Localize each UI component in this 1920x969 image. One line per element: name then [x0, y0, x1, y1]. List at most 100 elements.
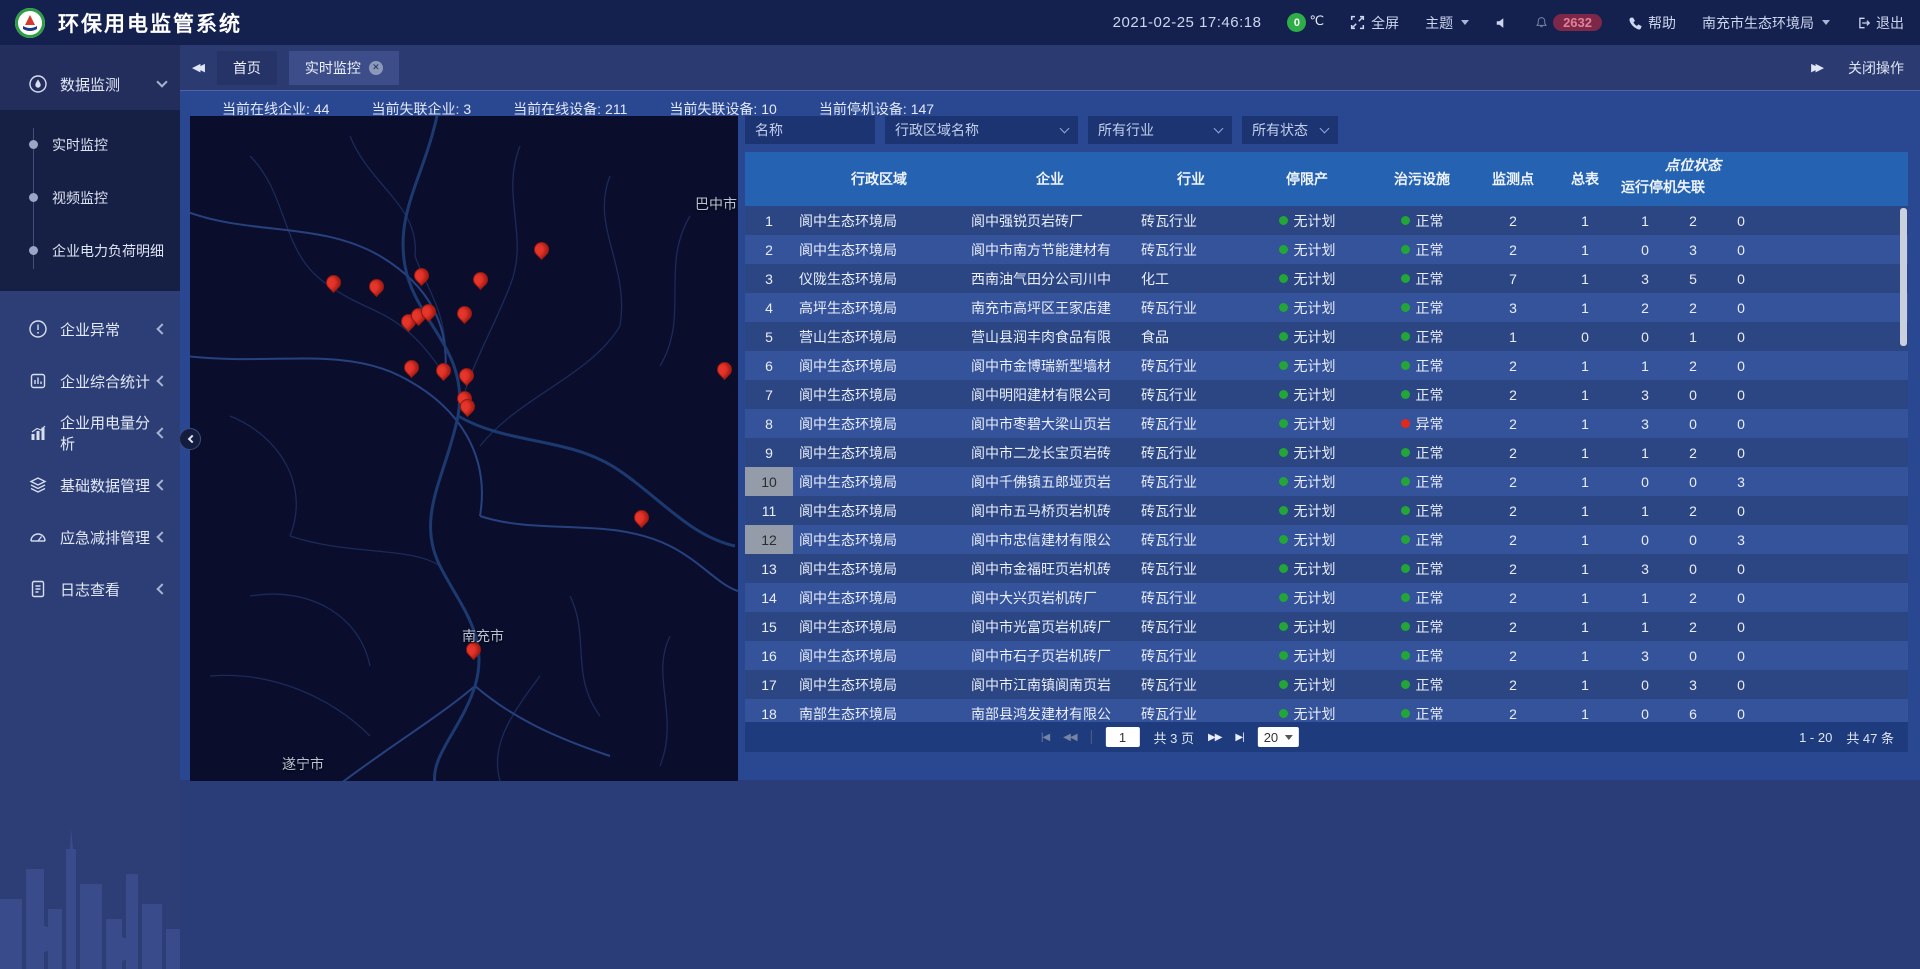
stat-online-devices: 当前在线设备:211: [513, 99, 627, 116]
table-row[interactable]: 1阆中生态环境局阆中强锐页岩砖厂砖瓦行业无计划正常21120: [745, 206, 1908, 235]
cell-meters: 1: [1549, 677, 1621, 693]
cell-points: 2: [1477, 561, 1549, 577]
table-row[interactable]: 3仪陇生态环境局西南油气田分公司川中化工无计划正常71350: [745, 264, 1908, 293]
tab-realtime-monitor[interactable]: 实时监控 ✕: [289, 51, 399, 85]
cell-company: 阆中市二龙长宝页岩砖: [965, 443, 1135, 463]
sidebar-item-base-data[interactable]: 基础数据管理: [0, 459, 180, 511]
status-dot-icon: [1279, 448, 1288, 457]
status-dot-icon: [1279, 564, 1288, 573]
next-page-button[interactable]: ▶▶: [1208, 732, 1221, 743]
sidebar-item-enterprise-stats[interactable]: 企业综合统计: [0, 355, 180, 407]
cell-running: 0: [1621, 329, 1669, 345]
map-collapse-button[interactable]: [179, 428, 201, 450]
close-operations-button[interactable]: 关闭操作: [1848, 58, 1904, 78]
cell-company: 南部县鸿发建材有限公: [965, 704, 1135, 723]
table-row[interactable]: 9阆中生态环境局阆中市二龙长宝页岩砖砖瓦行业无计划正常21120: [745, 438, 1908, 467]
table-row[interactable]: 18南部生态环境局南部县鸿发建材有限公砖瓦行业无计划正常21060: [745, 699, 1908, 722]
sidebar-item-video-monitor[interactable]: 视频监控: [0, 171, 180, 224]
row-index: 3: [745, 271, 793, 287]
tab-close-icon[interactable]: ✕: [369, 61, 383, 75]
table-row[interactable]: 6阆中生态环境局阆中市金博瑞新型墙材砖瓦行业无计划正常21120: [745, 351, 1908, 380]
fullscreen-button[interactable]: 全屏: [1350, 13, 1399, 33]
cell-industry: 化工: [1135, 269, 1247, 289]
sidebar-item-enterprise-abnormal[interactable]: 企业异常: [0, 303, 180, 355]
cell-region: 阆中生态环境局: [793, 501, 965, 521]
cell-running: 3: [1621, 387, 1669, 403]
table-row[interactable]: 10阆中生态环境局阆中千佛镇五郎垭页岩砖瓦行业无计划正常21003: [745, 467, 1908, 496]
page-number-input[interactable]: [1106, 727, 1140, 747]
table-row[interactable]: 12阆中生态环境局阆中市忠信建材有限公砖瓦行业无计划正常21003: [745, 525, 1908, 554]
cell-points: 2: [1477, 358, 1549, 374]
cell-limit: 无计划: [1247, 646, 1367, 666]
range-label: 1 - 20: [1799, 730, 1832, 745]
status-dot-icon: [1279, 622, 1288, 631]
cell-company: 营山县润丰肉食品有限: [965, 327, 1135, 347]
cell-points: 2: [1477, 706, 1549, 722]
table-row[interactable]: 7阆中生态环境局阆中明阳建材有限公司砖瓦行业无计划正常21300: [745, 380, 1908, 409]
help-button[interactable]: 帮助: [1628, 13, 1676, 33]
sidebar-item-power-analysis[interactable]: 企业用电量分析: [0, 407, 180, 459]
table-row[interactable]: 4高坪生态环境局南充市高坪区王家店建砖瓦行业无计划正常31220: [745, 293, 1908, 322]
header-facility: 治污设施: [1367, 152, 1477, 206]
cell-stopped: 3: [1669, 677, 1717, 693]
last-page-button[interactable]: ▶|: [1235, 732, 1243, 743]
prev-page-button[interactable]: ◀◀: [1063, 732, 1076, 743]
table-row[interactable]: 14阆中生态环境局阆中大兴页岩机砖厂砖瓦行业无计划正常21120: [745, 583, 1908, 612]
cell-region: 阆中生态环境局: [793, 472, 965, 492]
sidebar-item-power-load-detail[interactable]: 企业电力负荷明细: [0, 224, 180, 277]
cell-stopped: 3: [1669, 242, 1717, 258]
cell-industry: 砖瓦行业: [1135, 704, 1247, 723]
table-row[interactable]: 5营山生态环境局营山县润丰肉食品有限食品无计划正常10010: [745, 322, 1908, 351]
industry-filter-select[interactable]: 所有行业: [1088, 116, 1232, 144]
cell-points: 2: [1477, 213, 1549, 229]
cell-limit: 无计划: [1247, 588, 1367, 608]
first-page-button[interactable]: |◀: [1041, 732, 1049, 743]
cell-running: 0: [1621, 706, 1669, 722]
name-filter-input[interactable]: [745, 116, 875, 144]
table-row[interactable]: 17阆中生态环境局阆中市江南镇阆南页岩砖瓦行业无计划正常21030: [745, 670, 1908, 699]
cell-limit: 无计划: [1247, 211, 1367, 231]
header-running: 运行: [1621, 177, 1649, 206]
table-row[interactable]: 16阆中生态环境局阆中市石子页岩机砖厂砖瓦行业无计划正常21300: [745, 641, 1908, 670]
cell-points: 2: [1477, 619, 1549, 635]
temperature: 0 ℃: [1287, 13, 1324, 32]
table-row[interactable]: 2阆中生态环境局阆中市南方节能建材有砖瓦行业无计划正常21030: [745, 235, 1908, 264]
sidebar-item-data-monitor[interactable]: 数据监测: [0, 58, 180, 110]
sidebar-item-realtime-monitor[interactable]: 实时监控: [0, 118, 180, 171]
sidebar-item-log-view[interactable]: 日志查看: [0, 563, 180, 615]
notifications-button[interactable]: 2632: [1535, 14, 1602, 31]
status-filter-select[interactable]: 所有状态: [1242, 116, 1338, 144]
theme-dropdown[interactable]: 主题: [1425, 13, 1469, 33]
tabs-scroll-left-button[interactable]: ◀◀: [192, 61, 205, 74]
table-row[interactable]: 8阆中生态环境局阆中市枣碧大梁山页岩砖瓦行业无计划异常21300: [745, 409, 1908, 438]
cell-stopped: 2: [1669, 619, 1717, 635]
table-row[interactable]: 15阆中生态环境局阆中市光富页岩机砖厂砖瓦行业无计划正常21120: [745, 612, 1908, 641]
region-filter-select[interactable]: 行政区域名称: [885, 116, 1078, 144]
tabs-scroll-right-button[interactable]: ▶▶: [1811, 61, 1824, 74]
page-size-select[interactable]: 20: [1258, 727, 1299, 747]
tab-home[interactable]: 首页: [217, 51, 277, 85]
status-dot-icon: [1401, 245, 1410, 254]
map-panel[interactable]: 巴中市南充市遂宁市: [190, 116, 738, 781]
status-dot-icon: [1279, 709, 1288, 718]
sidebar-item-emergency-reduction[interactable]: 应急减排管理: [0, 511, 180, 563]
app-title: 环保用电监管系统: [58, 8, 242, 38]
cell-stopped: 2: [1669, 300, 1717, 316]
cell-points: 2: [1477, 648, 1549, 664]
cell-limit: 无计划: [1247, 269, 1367, 289]
cell-facility: 正常: [1367, 646, 1477, 666]
volume-button[interactable]: [1495, 16, 1509, 30]
row-index: 17: [745, 677, 793, 693]
status-dot-icon: [1279, 651, 1288, 660]
org-dropdown[interactable]: 南充市生态环境局: [1702, 13, 1830, 33]
logout-button[interactable]: 退出: [1856, 13, 1904, 33]
status-dot-icon: [1279, 593, 1288, 602]
cell-lost: 0: [1717, 648, 1765, 664]
cell-limit: 无计划: [1247, 240, 1367, 260]
table-row[interactable]: 11阆中生态环境局阆中市五马桥页岩机砖砖瓦行业无计划正常21120: [745, 496, 1908, 525]
pagination-bar: |◀ ◀◀ 共 3 页 ▶▶ ▶| 20 1 - 20 共 47 条: [745, 722, 1908, 752]
status-dot-icon: [1401, 477, 1410, 486]
table-scrollbar[interactable]: [1900, 208, 1907, 346]
table-row[interactable]: 13阆中生态环境局阆中市金福旺页岩机砖砖瓦行业无计划正常21300: [745, 554, 1908, 583]
cell-region: 阆中生态环境局: [793, 559, 965, 579]
